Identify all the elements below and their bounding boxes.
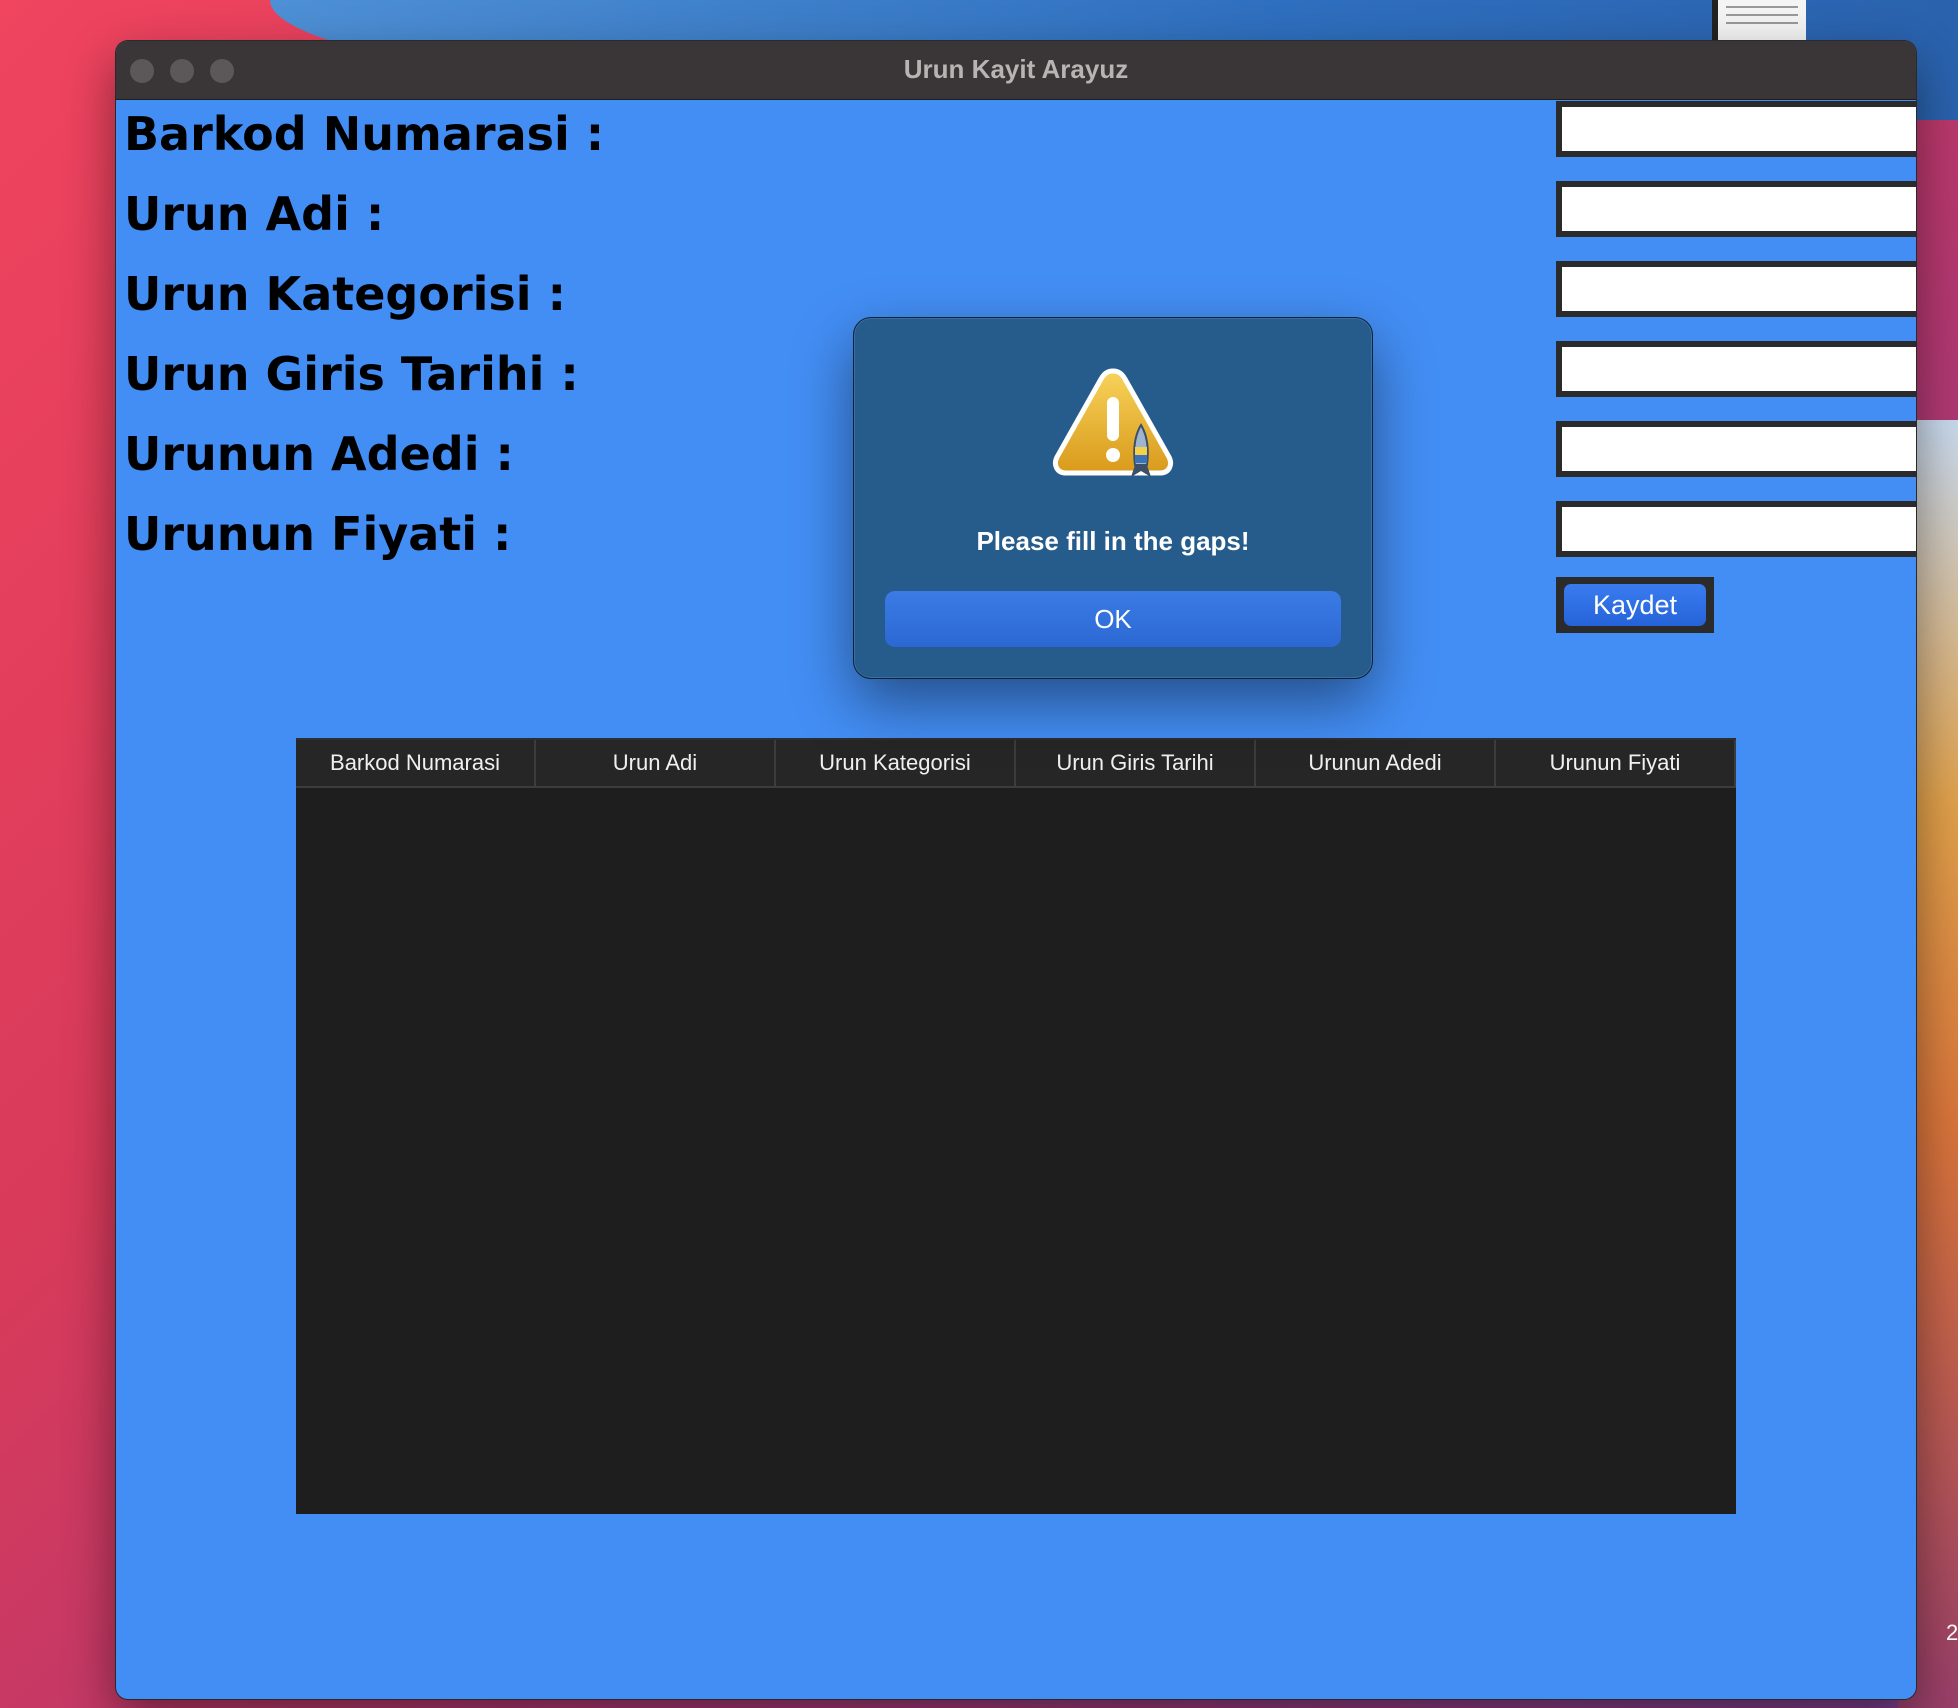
urunun-adedi-input[interactable] (1562, 427, 1916, 471)
urun-kategorisi-field-frame (1556, 261, 1916, 317)
column-header-urun-adi[interactable]: Urun Adi (536, 740, 776, 786)
label-urun-adi: Urun Adi : (124, 187, 385, 241)
title-bar[interactable]: Urun Kayit Arayuz (116, 41, 1916, 100)
column-header-urun-kategorisi[interactable]: Urun Kategorisi (776, 740, 1016, 786)
label-urun-giris-tarihi: Urun Giris Tarihi : (124, 347, 579, 401)
label-urun-kategorisi: Urun Kategorisi : (124, 267, 566, 321)
label-barkod-numarasi: Barkod Numarasi : (124, 107, 605, 161)
barkod-numarasi-field-frame (1556, 101, 1916, 157)
desktop-clock-fragment: 2 (1946, 1620, 1958, 1645)
urun-giris-tarihi-input[interactable] (1562, 347, 1916, 391)
urun-adi-input[interactable] (1562, 187, 1916, 231)
urun-giris-tarihi-field-frame (1556, 341, 1916, 397)
warning-icon (1052, 368, 1174, 477)
urun-adi-field-frame (1556, 181, 1916, 237)
desktop-document-thumbnail[interactable] (1712, 0, 1806, 40)
save-button-frame: Kaydet (1556, 577, 1714, 633)
app-window: Urun Kayit Arayuz Barkod Numarasi : Urun… (116, 41, 1916, 1699)
urunun-fiyati-input[interactable] (1562, 507, 1916, 551)
urunun-fiyati-field-frame (1556, 501, 1916, 557)
alert-message: Please fill in the gaps! (976, 526, 1250, 556)
column-header-urun-giris-tarihi[interactable]: Urun Giris Tarihi (1016, 740, 1256, 786)
ok-button[interactable]: OK (885, 591, 1341, 647)
label-urunun-adedi: Urunun Adedi : (124, 427, 514, 481)
table-header: Barkod Numarasi Urun Adi Urun Kategorisi… (296, 738, 1736, 788)
products-table[interactable]: Barkod Numarasi Urun Adi Urun Kategorisi… (296, 738, 1736, 1514)
alert-dialog: Please fill in the gaps! OK (853, 317, 1373, 679)
urunun-adedi-field-frame (1556, 421, 1916, 477)
column-header-barkod-numarasi[interactable]: Barkod Numarasi (296, 740, 536, 786)
column-header-urunun-fiyati[interactable]: Urunun Fiyati (1496, 740, 1736, 786)
save-button[interactable]: Kaydet (1564, 584, 1706, 626)
window-title: Urun Kayit Arayuz (903, 54, 1129, 84)
column-header-urunun-adedi[interactable]: Urunun Adedi (1256, 740, 1496, 786)
label-urunun-fiyati: Urunun Fiyati : (124, 507, 512, 561)
barkod-numarasi-input[interactable] (1562, 107, 1916, 151)
urun-kategorisi-input[interactable] (1562, 267, 1916, 311)
